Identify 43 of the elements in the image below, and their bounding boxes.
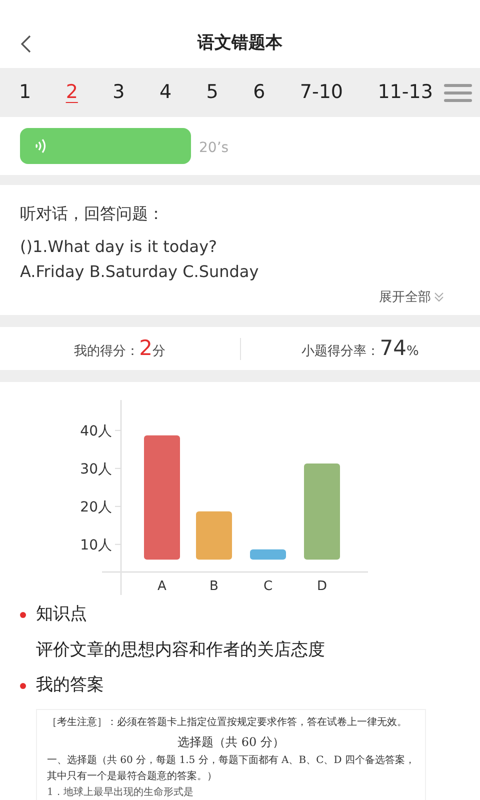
- question-tab[interactable]: 4: [150, 78, 181, 107]
- bullet-icon: [20, 612, 26, 618]
- section-heading: 我的答案: [36, 674, 104, 697]
- sound-wave-icon: [34, 138, 48, 154]
- audio-duration: 20’s: [199, 138, 229, 158]
- question-text: ()1.What day is it today?: [20, 236, 218, 258]
- question-tab[interactable]: 1: [10, 78, 40, 107]
- axis-tick-label: 40人: [80, 423, 112, 440]
- document-question: 1．地球上最早出现的生命形式是: [47, 786, 194, 800]
- my-score-label: 我的得分：: [74, 342, 140, 361]
- bar: [196, 511, 232, 560]
- bar: [250, 549, 286, 560]
- question-tab[interactable]: 5: [197, 78, 228, 107]
- axis-tick-label: 20人: [80, 499, 112, 516]
- question-tab[interactable]: 6: [244, 78, 274, 107]
- category-label: D: [317, 579, 327, 594]
- bullet-icon: [20, 682, 26, 689]
- document-notice: ［考生注意］：必须在答题卡上指定位置按规定要求作答，答在试卷上一律无效。: [47, 716, 408, 730]
- question-tab[interactable]: 3: [104, 78, 134, 107]
- axis-tick-label: 10人: [80, 537, 112, 554]
- percent-sign: %: [406, 342, 419, 361]
- axis-tick-label: 30人: [80, 461, 112, 478]
- expand-all-link[interactable]: 展开全部: [379, 288, 444, 307]
- question-tab[interactable]: 2: [56, 78, 87, 107]
- document-instruction: 一、选择题（共 60 分，每题 1.5 分，每题下面都有 A、B、C、D 四个备选答案，其中只有一个是最符合题意的答案。）: [47, 754, 415, 784]
- question-tab[interactable]: 7-10: [290, 78, 352, 107]
- category-label: C: [263, 579, 273, 594]
- my-score-value: 2: [139, 334, 152, 362]
- score-rate-value: 74: [380, 334, 406, 362]
- category-label: B: [210, 579, 218, 594]
- question-prompt: 听对话，回答问题：: [20, 203, 165, 225]
- question-text: A.Friday B.Saturday C.Sunday: [20, 261, 260, 283]
- question-tab[interactable]: 11-13: [368, 78, 442, 107]
- category-label: A: [158, 579, 166, 594]
- score-rate-label: 小题得分率：: [302, 342, 380, 361]
- section-text: 评价文章的思想内容和作者的关店态度: [36, 638, 326, 662]
- document-heading: 选择题（共 60 分）: [176, 734, 286, 750]
- page-title: 语文错题本: [198, 32, 282, 54]
- back-icon: [20, 34, 32, 54]
- double-chevron-down-icon: [434, 292, 444, 302]
- score-unit: 分: [152, 342, 166, 361]
- section-heading: 知识点: [36, 603, 87, 626]
- menu-icon[interactable]: [444, 82, 472, 102]
